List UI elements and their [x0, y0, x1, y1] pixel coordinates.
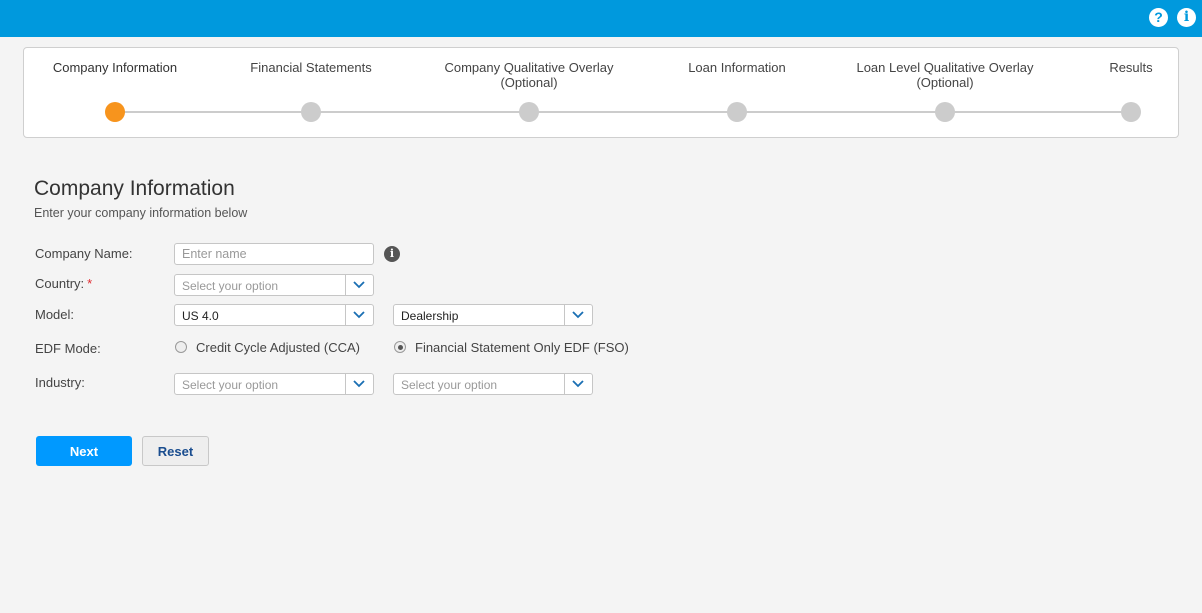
step-dot: [301, 102, 321, 122]
industry-label: Industry:: [35, 375, 85, 390]
country-select-value: Select your option: [182, 279, 279, 293]
step-label: Results: [1109, 60, 1153, 75]
progress-stepper: Company Information Financial Statements…: [23, 47, 1179, 138]
step-label: Company Information: [52, 60, 178, 75]
info-icon[interactable]: i: [1177, 8, 1196, 27]
page-subtitle: Enter your company information below: [34, 206, 248, 220]
chevron-down-icon: [564, 374, 592, 394]
required-marker: *: [87, 276, 93, 291]
step-dot: [519, 102, 539, 122]
step-loan-information[interactable]: Loan Information: [627, 48, 847, 137]
model-type-select[interactable]: Dealership: [393, 304, 593, 326]
industry-secondary-select[interactable]: Select your option: [393, 373, 593, 395]
step-dot: [935, 102, 955, 122]
chevron-down-icon: [345, 305, 373, 325]
edf-mode-label: EDF Mode:: [35, 341, 101, 356]
page-title: Company Information: [34, 177, 235, 200]
step-company-information[interactable]: Company Information: [5, 48, 225, 137]
step-label: Company Qualitative Overlay (Optional): [444, 60, 614, 90]
company-name-info-icon[interactable]: i: [384, 246, 400, 262]
step-financial-statements[interactable]: Financial Statements: [201, 48, 421, 137]
chevron-down-icon: [345, 374, 373, 394]
help-icon[interactable]: ?: [1149, 8, 1168, 27]
step-dot: [727, 102, 747, 122]
step-dot: [1121, 102, 1141, 122]
industry-primary-value: Select your option: [182, 378, 279, 392]
chevron-down-icon: [564, 305, 592, 325]
radio-cca-label: Credit Cycle Adjusted (CCA): [196, 340, 360, 355]
radio-fso-label: Financial Statement Only EDF (FSO): [415, 340, 629, 355]
industry-primary-select[interactable]: Select your option: [174, 373, 374, 395]
model-version-select[interactable]: US 4.0: [174, 304, 374, 326]
company-name-label: Company Name:: [35, 246, 133, 261]
step-company-qualitative-overlay[interactable]: Company Qualitative Overlay (Optional): [419, 48, 639, 137]
model-version-value: US 4.0: [182, 309, 219, 323]
step-label: Financial Statements: [250, 60, 372, 75]
next-button[interactable]: Next: [36, 436, 132, 466]
chevron-down-icon: [345, 275, 373, 295]
model-label: Model:: [35, 307, 75, 322]
company-name-input[interactable]: [174, 243, 374, 265]
country-label: Country: *: [35, 276, 92, 291]
step-label: Loan Information: [688, 60, 786, 75]
top-bar: ? i: [0, 0, 1202, 37]
radio-cca[interactable]: [175, 341, 187, 353]
radio-fso[interactable]: [394, 341, 406, 353]
reset-button[interactable]: Reset: [142, 436, 209, 466]
model-type-value: Dealership: [401, 309, 459, 323]
step-dot: [105, 102, 125, 122]
country-select[interactable]: Select your option: [174, 274, 374, 296]
industry-secondary-value: Select your option: [401, 378, 498, 392]
step-results[interactable]: Results: [1021, 48, 1202, 137]
country-label-text: Country:: [35, 276, 85, 291]
